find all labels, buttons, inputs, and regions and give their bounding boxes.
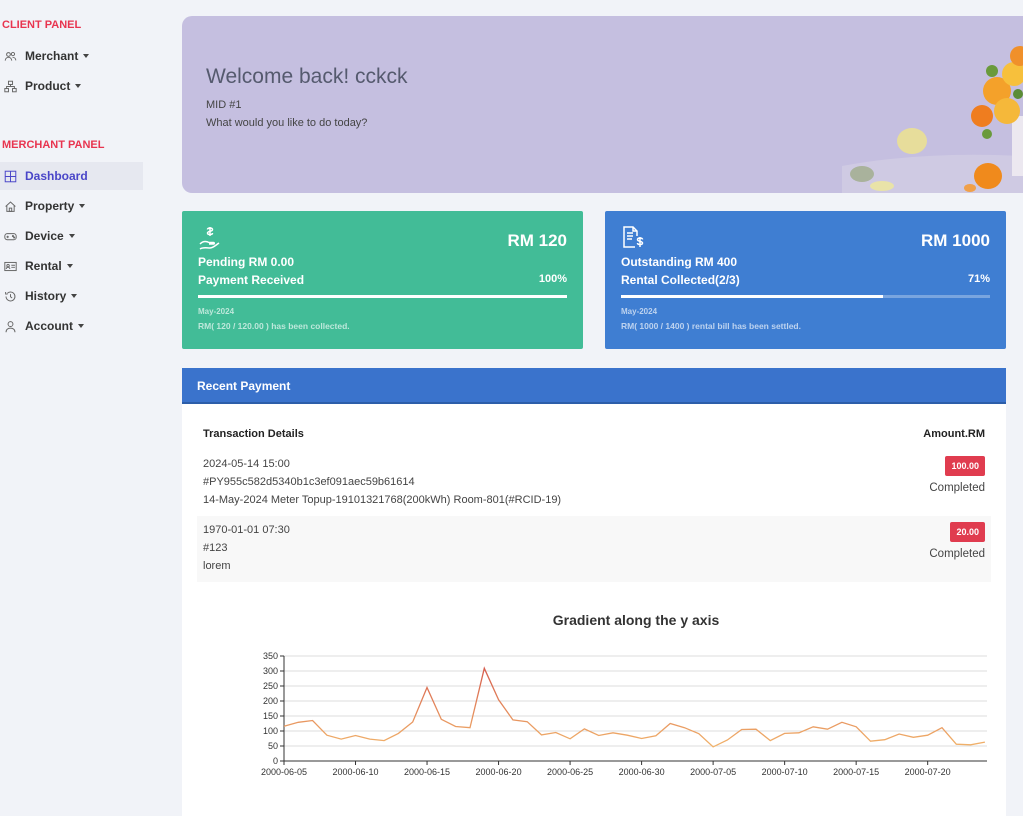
grid-icon <box>3 169 17 183</box>
sitemap-icon <box>3 79 17 93</box>
sidebar-item-label: Product <box>25 79 71 93</box>
x-tick-label: 2000-07-10 <box>762 767 808 776</box>
outstanding-amount: Outstanding RM 400 <box>621 255 738 269</box>
chevron-down-icon <box>83 54 90 58</box>
y-tick-label: 0 <box>273 756 278 766</box>
x-tick-label: 2000-07-15 <box>833 767 879 776</box>
payment-progress-bar <box>198 295 567 298</box>
sidebar-item-property[interactable]: Property <box>0 192 143 220</box>
table-row[interactable]: 1970-01-01 07:30 #123 lorem 20.00 Comple… <box>197 516 991 582</box>
user-icon <box>3 319 17 333</box>
table-row[interactable]: 2024-05-14 15:00 #PY955c582d5340b1c3ef09… <box>197 450 991 516</box>
sidebar-item-dashboard[interactable]: Dashboard <box>0 162 143 190</box>
amount-badge: 20.00 <box>950 522 985 542</box>
x-tick-label: 2000-06-20 <box>476 767 522 776</box>
chevron-down-icon <box>66 264 73 268</box>
merchant-panel-title: MERCHANT PANEL <box>2 139 105 151</box>
x-tick-label: 2000-06-15 <box>404 767 450 776</box>
x-tick-label: 2000-06-05 <box>261 767 307 776</box>
invoice-dollar-icon <box>623 226 644 248</box>
history-icon <box>3 289 17 303</box>
tx-datetime: 1970-01-01 07:30 <box>203 524 290 536</box>
welcome-subtitle: What would you like to do today? <box>206 117 368 129</box>
rental-collected-label: Rental Collected(2/3) <box>621 273 740 287</box>
x-tick-label: 2000-07-20 <box>905 767 951 776</box>
sidebar-item-rental[interactable]: Rental <box>0 252 143 280</box>
x-tick-label: 2000-06-30 <box>619 767 665 776</box>
flower-illustration <box>842 46 1023 193</box>
id-card-icon <box>3 259 17 273</box>
chevron-down-icon <box>68 234 75 238</box>
sidebar-item-account[interactable]: Account <box>0 312 143 340</box>
tx-description: 14-May-2024 Meter Topup-19101321768(200k… <box>203 494 562 506</box>
sidebar-item-label: Dashboard <box>25 169 88 183</box>
y-tick-label: 50 <box>268 741 278 751</box>
merchant-id: MID #1 <box>206 99 242 111</box>
sidebar-item-label: Rental <box>25 259 62 273</box>
payment-summary-card: RM 120 Pending RM 0.00 Payment Received … <box>182 211 583 349</box>
x-tick-label: 2000-06-25 <box>547 767 593 776</box>
rental-progress-fill <box>621 295 883 298</box>
line-chart: 0 50 100 150 200 250 300 350 2000-06-05 2000-06-1… <box>261 651 987 776</box>
chevron-down-icon <box>75 84 82 88</box>
rental-summary-card: RM 1000 Outstanding RM 400 Rental Collec… <box>605 211 1006 349</box>
welcome-heading: Welcome back! cckck <box>206 65 408 88</box>
gamepad-icon <box>3 229 17 243</box>
chevron-down-icon <box>71 294 78 298</box>
tx-reference: #123 <box>203 542 228 554</box>
y-tick-label: 300 <box>263 666 278 676</box>
x-tick-label: 2000-06-10 <box>332 767 378 776</box>
sidebar-item-history[interactable]: History <box>0 282 143 310</box>
tx-datetime: 2024-05-14 15:00 <box>203 458 290 470</box>
y-tick-label: 150 <box>263 711 278 721</box>
sidebar-item-label: Device <box>25 229 64 243</box>
payment-note: RM( 120 / 120.00 ) has been collected. <box>198 321 350 331</box>
chart-title: Gradient along the y axis <box>552 612 720 628</box>
sidebar-item-label: Merchant <box>25 49 79 63</box>
hand-dollar-icon <box>199 227 220 250</box>
sidebar-item-label: Property <box>25 199 75 213</box>
pending-amount: Pending RM 0.00 <box>198 255 295 269</box>
status-text: Completed <box>929 482 985 494</box>
x-tick-label: 2000-07-05 <box>690 767 736 776</box>
rental-progress-bar <box>621 295 990 298</box>
payment-month: May-2024 <box>198 307 235 316</box>
client-panel-title: CLIENT PANEL <box>2 19 82 31</box>
tx-description: lorem <box>203 560 231 572</box>
payment-percent: 100% <box>538 273 567 285</box>
rental-amount: RM 1000 <box>921 231 990 250</box>
recent-payment-title: Recent Payment <box>182 368 1006 404</box>
amount-badge: 100.00 <box>945 456 985 476</box>
home-icon <box>3 199 17 213</box>
y-tick-label: 250 <box>263 681 278 691</box>
sidebar-item-device[interactable]: Device <box>0 222 143 250</box>
sidebar: CLIENT PANEL Merchant Product MERCHANT P… <box>0 0 143 816</box>
payment-received-label: Payment Received <box>198 273 305 287</box>
chevron-down-icon <box>79 204 86 208</box>
rental-note: RM( 1000 / 1400 ) rental bill has been s… <box>621 321 801 331</box>
sidebar-item-label: Account <box>25 319 73 333</box>
rental-month: May-2024 <box>621 307 658 316</box>
y-tick-label: 350 <box>263 651 278 661</box>
series-line <box>283 666 986 748</box>
col-transaction-details: Transaction Details <box>203 428 304 440</box>
sidebar-item-merchant[interactable]: Merchant <box>0 42 143 70</box>
status-text: Completed <box>929 548 985 560</box>
users-icon <box>3 49 17 63</box>
chevron-down-icon <box>78 324 84 328</box>
payment-progress-fill <box>198 295 567 298</box>
recent-payment-card: Recent Payment Transaction Details Amoun… <box>182 368 1006 816</box>
y-tick-label: 100 <box>263 726 278 736</box>
sidebar-item-label: History <box>25 289 67 303</box>
sidebar-item-product[interactable]: Product <box>0 72 143 100</box>
tx-reference: #PY955c582d5340b1c3ef091aec59b61614 <box>203 476 415 488</box>
payment-amount: RM 120 <box>507 231 567 250</box>
y-tick-label: 200 <box>263 696 278 706</box>
welcome-banner: Welcome back! cckck MID #1 What would yo… <box>182 16 1023 193</box>
col-amount: Amount.RM <box>923 428 985 440</box>
rental-percent: 71% <box>967 273 990 285</box>
